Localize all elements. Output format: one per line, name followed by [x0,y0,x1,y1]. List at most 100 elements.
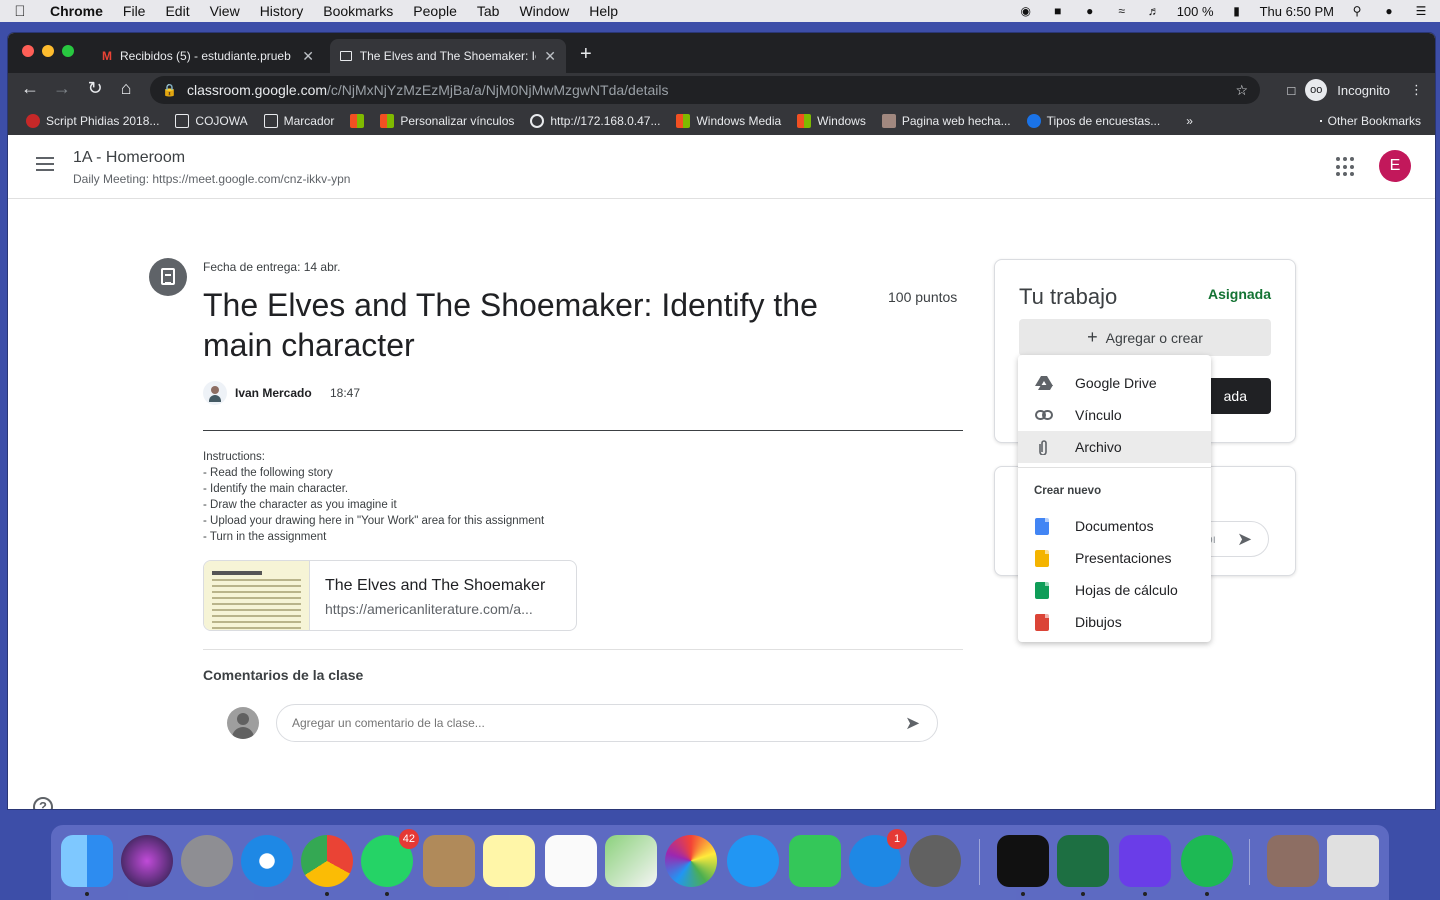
bookmark-windows-media[interactable]: Windows Media [668,114,789,128]
menu-item-file[interactable]: Archivo [1018,431,1211,463]
hamburger-menu-icon[interactable] [36,157,54,175]
sheets-icon [1035,582,1053,599]
lock-icon[interactable]: 🔒 [162,83,177,97]
menu-tab[interactable]: Tab [467,3,510,19]
terminal-icon[interactable] [997,835,1049,896]
bookmark-pagina-web[interactable]: Pagina web hecha... [874,114,1019,128]
bookmark-tipos-encuestas[interactable]: Tipos de encuestas... [1019,114,1169,128]
bookmark-ip-address[interactable]: http://172.168.0.47... [522,114,668,128]
tab-strip: M Recibidos (5) - estudiante.prueb ✕ The… [8,33,1435,73]
close-tab-icon[interactable]: ✕ [302,48,314,65]
battery-icon[interactable]: ▮ [1228,4,1246,18]
chrome-icon[interactable] [301,835,353,896]
menu-help[interactable]: Help [579,3,628,19]
other-bookmarks[interactable]: Other Bookmarks [1319,114,1435,128]
photos-icon[interactable] [665,835,717,887]
zoom-window-button[interactable] [62,45,74,57]
user-avatar[interactable]: E [1379,150,1411,182]
tab-gmail[interactable]: M Recibidos (5) - estudiante.prueb ✕ [92,39,324,73]
menu-people[interactable]: People [403,3,467,19]
menu-item-drawings[interactable]: Dibujos [1018,606,1211,638]
safari-icon[interactable] [241,835,293,887]
menu-item-google-drive[interactable]: Google Drive [1018,367,1211,399]
messages-icon[interactable] [727,835,779,887]
bookmark-star-icon[interactable]: ☆ [1235,82,1248,99]
send-comment-icon[interactable]: ➤ [905,713,920,734]
reload-icon[interactable]: ↻ [83,78,107,99]
bookmark-windows[interactable]: Windows [789,114,874,128]
bookmark-personalizar-vinculos[interactable]: Personalizar vínculos [372,114,522,128]
incognito-icon[interactable]: oo [1305,79,1328,101]
class-comment-input[interactable] [276,704,938,742]
menu-view[interactable]: View [200,3,250,19]
bookmark-marcador[interactable]: Marcador [256,114,343,128]
notification-bell-icon[interactable]: ■ [1049,4,1067,18]
home-icon[interactable]: ⌂ [114,78,138,99]
attachment-link-card[interactable]: The Elves and The Shoemaker https://amer… [203,560,577,631]
bookmark-windows-blank[interactable] [342,114,372,128]
incognito-label[interactable]: Incognito [1337,83,1390,98]
launchpad-icon[interactable] [181,835,233,887]
bookmark-cojowa[interactable]: COJOWA [167,114,255,128]
address-bar[interactable]: 🔒 classroom.google.com/c/NjMxNjYzMzEzMjB… [150,76,1260,104]
reminders-icon[interactable] [545,835,597,887]
menu-item-label: Hojas de cálculo [1075,582,1178,598]
menu-clock[interactable]: Thu 6:50 PM [1260,4,1334,19]
imovie-icon[interactable] [1119,835,1171,896]
facetime-icon[interactable] [789,835,841,887]
close-tab-icon[interactable]: ✕ [544,48,556,65]
more-menu-icon[interactable]: ⋮ [1410,82,1423,98]
bookmarks-overflow-chevron-icon[interactable]: » [1176,114,1203,128]
status-b-icon[interactable]: ● [1081,4,1099,18]
control-list-icon[interactable]: ☰ [1412,4,1430,18]
minimize-window-button[interactable] [42,45,54,57]
help-icon[interactable]: ? [33,797,53,809]
bookmark-script-phidias[interactable]: Script Phidias 2018... [18,114,167,128]
bookmark-label: Marcador [283,114,335,128]
macos-dock: 42 1 [51,825,1389,900]
forward-arrow-icon[interactable]: → [50,78,74,99]
menu-edit[interactable]: Edit [155,3,199,19]
send-private-comment-icon[interactable]: ➤ [1237,529,1252,550]
docs-icon [1035,518,1053,535]
siri-icon[interactable]: ● [1380,4,1398,18]
excel-icon[interactable] [1057,835,1109,896]
new-tab-button[interactable]: + [580,43,592,66]
cast-icon[interactable]: □ [1287,83,1295,98]
wifi-icon[interactable]: ≈ [1113,4,1131,18]
maps-icon[interactable] [605,835,657,887]
whatsapp-icon[interactable]: 42 [361,829,419,896]
siri-icon[interactable] [121,835,173,887]
apple-icon[interactable]:  [0,3,40,20]
class-name[interactable]: 1A - Homeroom [73,149,185,167]
finder-icon[interactable] [61,835,113,896]
contacts-icon[interactable] [423,835,475,887]
trash-icon[interactable] [1327,835,1379,887]
creative-cloud-icon[interactable]: ◉ [1017,4,1035,18]
google-apps-icon[interactable] [1336,157,1356,177]
spotify-icon[interactable] [1181,835,1233,896]
menu-bookmarks[interactable]: Bookmarks [313,3,403,19]
volume-icon[interactable]: ♬ [1145,4,1163,18]
close-window-button[interactable] [22,45,34,57]
add-or-create-button[interactable]: + Agregar o crear [1019,319,1271,356]
page-icon [881,114,896,128]
menu-item-docs[interactable]: Documentos [1018,510,1211,542]
system-preferences-icon[interactable] [909,835,961,887]
link-icon [1035,407,1053,423]
notes-icon[interactable] [483,835,535,887]
menu-history[interactable]: History [250,3,314,19]
instruction-line: - Turn in the assignment [203,531,327,543]
spotlight-search-icon[interactable]: ⚲ [1348,4,1366,18]
app-store-icon[interactable]: 1 [849,829,907,887]
menu-item-link[interactable]: Vínculo [1018,399,1211,431]
tab-classroom-assignment[interactable]: The Elves and The Shoemaker: Ic ✕ [330,39,566,73]
menu-window[interactable]: Window [509,3,579,19]
menu-item-sheets[interactable]: Hojas de cálculo [1018,574,1211,606]
back-arrow-icon[interactable]: ← [18,78,42,99]
menu-item-slides[interactable]: Presentaciones [1018,542,1211,574]
menu-file[interactable]: File [113,3,156,19]
battery-percent[interactable]: 100 % [1177,4,1214,19]
menu-app-name[interactable]: Chrome [40,3,113,19]
downloads-stack-icon[interactable] [1267,835,1319,887]
